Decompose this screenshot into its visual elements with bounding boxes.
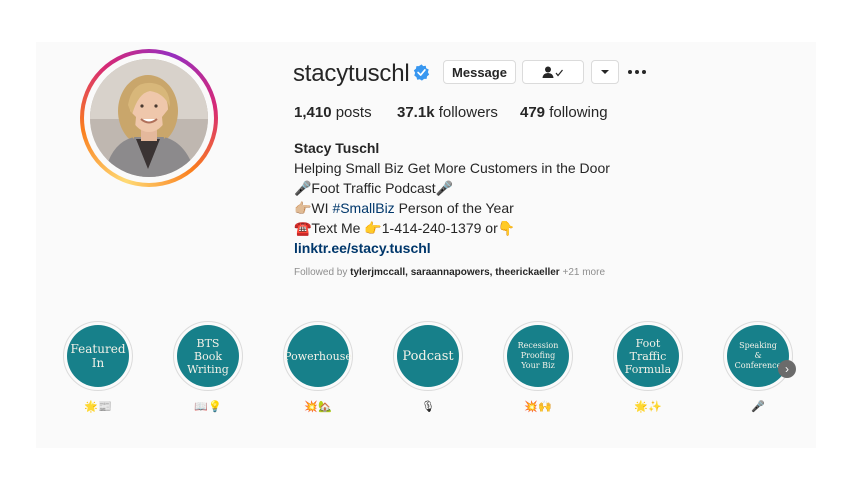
highlight-label[interactable]: 🎙	[393, 400, 463, 413]
bio-website-link[interactable]: linktr.ee/stacy.tuschl	[294, 238, 610, 258]
highlight-item[interactable]: Speaking & Conference	[723, 321, 793, 391]
profile-username: stacytuschl	[293, 60, 410, 87]
highlight-cover-text: Featured In	[70, 342, 126, 370]
profile-bio: Stacy Tuschl Helping Small Biz Get More …	[294, 138, 610, 258]
profile-full-name: Stacy Tuschl	[294, 140, 380, 156]
highlight-cover-text: Speaking & Conference	[734, 341, 782, 370]
person-check-icon	[542, 66, 563, 78]
highlight-cover: Speaking & Conference	[727, 325, 789, 387]
highlight-cover-text: Foot Traffic Formula	[624, 336, 672, 376]
highlight-item[interactable]: BTS Book Writing	[173, 321, 243, 391]
highlight-cover-text: BTS Book Writing	[187, 336, 229, 376]
verified-badge-icon	[413, 64, 430, 81]
profile-avatar[interactable]	[80, 49, 218, 187]
following-button[interactable]	[522, 60, 584, 84]
highlight-item[interactable]: Recession Proofing Your Biz	[503, 321, 573, 391]
highlight-cover-text: Powerhouse	[284, 349, 352, 363]
highlight-label[interactable]: 🌟✨	[613, 400, 683, 413]
followed-by[interactable]: Followed by tylerjmccall, saraannapowers…	[294, 267, 605, 278]
highlight-cover-text: Podcast	[402, 348, 454, 364]
highlight-item[interactable]: Podcast	[393, 321, 463, 391]
bio-line: 🎤Foot Traffic Podcast🎤	[294, 180, 454, 196]
highlight-item[interactable]: Foot Traffic Formula	[613, 321, 683, 391]
avatar-photo	[90, 59, 208, 177]
highlight-cover: Recession Proofing Your Biz	[507, 325, 569, 387]
highlight-cover: Foot Traffic Formula	[617, 325, 679, 387]
highlight-cover-text: Recession Proofing Your Biz	[517, 341, 559, 370]
highlight-cover: Podcast	[397, 325, 459, 387]
highlight-item[interactable]: Powerhouse	[283, 321, 353, 391]
highlight-label[interactable]: 💥🙌	[503, 400, 573, 413]
hashtag-link[interactable]: #SmallBiz	[332, 200, 394, 216]
caret-down-icon	[601, 70, 609, 74]
chevron-right-icon[interactable]: ›	[778, 360, 796, 378]
highlight-cover: Powerhouse	[284, 325, 352, 387]
following-stat[interactable]: 479 following	[520, 104, 608, 121]
highlight-cover: BTS Book Writing	[177, 325, 239, 387]
highlight-label[interactable]: 🎤	[723, 400, 793, 413]
highlight-label[interactable]: 📖💡	[173, 400, 243, 413]
highlight-item[interactable]: Featured In	[63, 321, 133, 391]
bio-line: Helping Small Biz Get More Customers in …	[294, 160, 610, 176]
bio-line: 👉🏼WI #SmallBiz Person of the Year	[294, 200, 514, 216]
followers-stat[interactable]: 37.1k followers	[397, 104, 498, 121]
highlight-label[interactable]: 💥🏡	[283, 400, 353, 413]
message-button[interactable]: Message	[443, 60, 516, 84]
highlight-label[interactable]: 🌟📰	[63, 400, 133, 413]
dropdown-button[interactable]	[591, 60, 619, 84]
highlight-cover: Featured In	[67, 325, 129, 387]
bio-line: ☎️Text Me 👉1-414-240-1379 or👇	[294, 220, 516, 236]
more-options-icon[interactable]	[628, 64, 650, 80]
posts-stat: 1,410 posts	[294, 104, 372, 121]
